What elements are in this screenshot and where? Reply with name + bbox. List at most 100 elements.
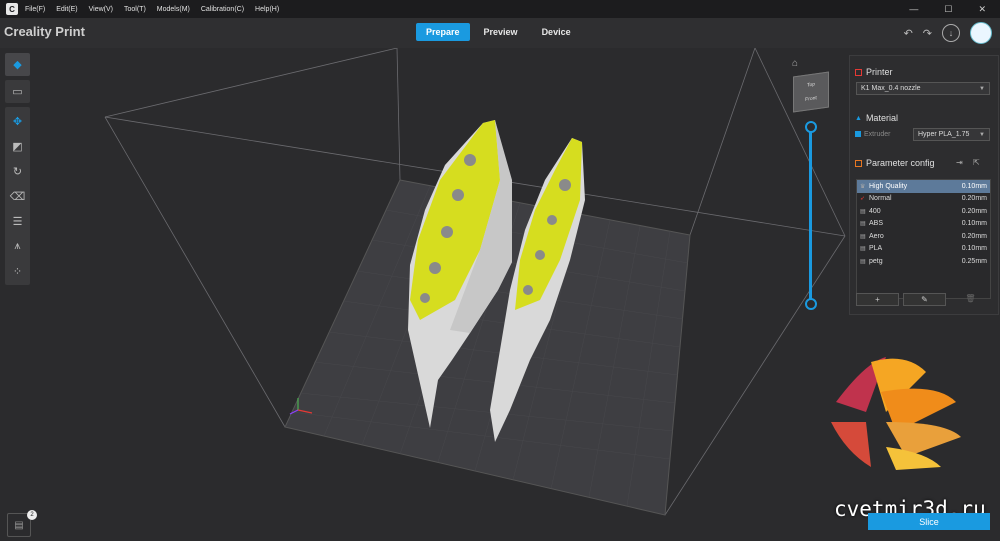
list-item[interactable]: ▤ petg 0.25mm [857,255,990,268]
rocket-icon: ➶ [860,196,866,203]
eraser-icon: ⌫ [9,190,26,203]
param-title-text: Parameter config [866,158,935,168]
profile-name: Normal [869,195,892,203]
view-cube-top-label: Top [806,81,816,89]
avatar[interactable] [970,22,992,44]
import-icon[interactable]: ⇥ [956,158,963,167]
extruder-checkbox[interactable] [855,131,861,138]
folder-icon: ▭ [12,86,23,98]
multi-button[interactable]: ⁘ [5,260,30,282]
scale-icon: ◩ [12,140,23,153]
add-model-button[interactable]: ◆ [5,53,30,76]
crown-icon: ♛ [860,183,866,190]
menubar: C File(F) Edit(E) View(V) Tool(T) Models… [0,0,1000,18]
doc-icon: ▤ [860,208,866,215]
rotate-button[interactable]: ↻ [5,160,30,182]
support-icon: ⩚ [14,239,21,252]
profile-list: ♛ High Quality 0.10mm ➶ Normal 0.20mm ▤ 400 0.… [856,179,991,299]
menu-models[interactable]: Models(M) [157,6,190,13]
material-icon: ▲ [855,114,862,122]
extruder-checkbox-row[interactable]: Extruder [855,131,890,138]
profile-layer-height: 0.10mm [961,182,987,190]
printer-section-title: Printer [855,67,893,77]
delete-profile-button[interactable]: 🗑 [950,293,991,304]
extruder-label: Extruder [864,131,891,138]
profile-layer-height: 0.20mm [961,207,987,215]
menu-view[interactable]: View(V) [89,6,113,13]
material-select-value: Hyper PLA_1.75 [918,131,970,138]
watermark-logo [831,357,961,470]
list-item[interactable]: ♛ High Quality 0.10mm [857,180,990,193]
settings-panel: Printer K1 Max_0.4 nozzle ▼ ▲ Material E… [849,55,999,315]
tab-prepare[interactable]: Prepare [416,23,470,41]
menu-help[interactable]: Help(H) [255,6,279,13]
menu-edit[interactable]: Edit(E) [56,6,77,13]
lay-flat-button[interactable]: ⌫ [5,185,30,207]
layer-slider-top-handle[interactable] [805,121,817,133]
profile-name: PLA [869,245,883,253]
slice-button[interactable]: Slice [868,513,990,530]
object-count-badge: 2 [27,510,37,520]
printer-icon [855,68,862,76]
profile-layer-height: 0.25mm [961,257,987,265]
list-item[interactable]: ▤ ABS 0.10mm [857,218,990,231]
doc-icon: ▤ [860,246,866,253]
profile-name: Aero [869,232,884,240]
redo-icon[interactable]: ↷ [923,27,932,40]
header-actions: ↶ ↷ ↓ [904,22,992,44]
document-icon: ▤ [14,519,24,531]
rotate-icon: ↻ [12,165,23,178]
doc-icon: ▤ [860,258,866,265]
printer-title-text: Printer [866,67,893,77]
close-icon[interactable]: ✕ [978,4,986,15]
download-icon[interactable]: ↓ [942,24,960,42]
chevron-down-icon: ▼ [979,131,985,138]
list-item[interactable]: ➶ Normal 0.20mm [857,193,990,206]
support-button[interactable]: ⩚ [5,235,30,257]
edit-profile-button[interactable]: ✎ [903,293,946,306]
menu-tool[interactable]: Tool(T) [124,6,146,13]
material-select[interactable]: Hyper PLA_1.75 ▼ [913,128,990,141]
mode-tabs: Prepare Preview Device [416,23,581,41]
printer-select-value: K1 Max_0.4 nozzle [861,85,921,92]
profile-name: petg [869,257,883,265]
app-title: Creality Print [4,24,85,39]
home-icon[interactable]: ⌂ [792,58,798,69]
header: Creality Print Prepare Preview Device ↶ … [0,18,1000,48]
undo-icon[interactable]: ↶ [904,27,913,40]
move-icon: ✥ [12,115,23,128]
maximize-icon[interactable]: ☐ [944,4,952,15]
menu-file[interactable]: File(F) [25,6,45,13]
left-toolbar: ◆ ▭ ✥ ◩ ↻ ⌫ ☰ ⩚ ⁘ [5,53,30,285]
profile-name: 400 [869,207,881,215]
arrange-button[interactable]: ☰ [5,210,30,232]
open-file-button[interactable]: ▭ [5,80,30,103]
view-cube[interactable]: Top Front [793,71,829,113]
export-icon[interactable]: ⇱ [973,158,980,167]
scale-button[interactable]: ◩ [5,135,30,157]
doc-icon: ▤ [860,233,866,240]
move-button[interactable]: ✥ [5,110,30,132]
printer-select[interactable]: K1 Max_0.4 nozzle ▼ [856,82,990,95]
list-item[interactable]: ▤ PLA 0.10mm [857,243,990,256]
chevron-down-icon: ▼ [979,85,985,92]
tab-device[interactable]: Device [532,23,581,41]
profile-layer-height: 0.10mm [961,245,987,253]
app-logo-icon: C [6,3,18,15]
layer-slider-track[interactable] [809,125,812,303]
list-item[interactable]: ▤ Aero 0.20mm [857,230,990,243]
profile-layer-height: 0.20mm [961,232,987,240]
profile-layer-height: 0.10mm [961,220,987,228]
menu-calibration[interactable]: Calibration(C) [201,6,244,13]
add-profile-button[interactable]: + [856,293,899,306]
grid-dots-icon: ⁘ [12,265,23,278]
list-item[interactable]: ▤ 400 0.20mm [857,205,990,218]
view-cube-front-label: Front [805,95,817,103]
material-section-title: ▲ Material [855,113,898,123]
layer-slider-bottom-handle[interactable] [805,298,817,310]
minimize-icon[interactable]: — [909,4,918,15]
profile-actions: + ✎ 🗑 [856,293,991,306]
profile-name: ABS [869,220,884,228]
list-icon: ☰ [12,215,23,228]
tab-preview[interactable]: Preview [474,23,528,41]
